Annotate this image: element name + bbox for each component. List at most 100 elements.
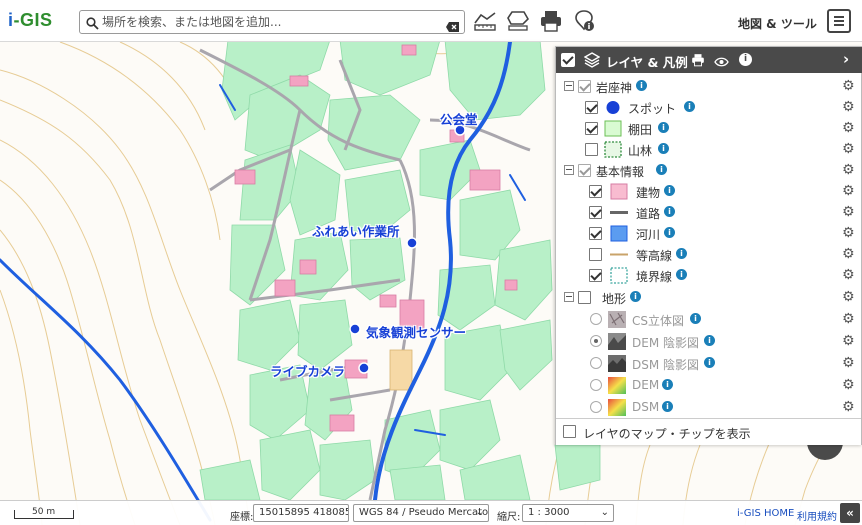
map-label-kisho[interactable]: 気象観測センサー (366, 322, 466, 341)
layer-checkbox[interactable] (589, 185, 602, 198)
layer-checkbox[interactable] (585, 101, 598, 114)
layer-checkbox[interactable] (589, 248, 602, 261)
layer-tatemono[interactable]: 建物 i ⚙ (556, 181, 862, 202)
layer-checkbox[interactable] (589, 206, 602, 219)
layer-sanrin[interactable]: 山林 i ⚙ (556, 139, 862, 160)
layer-cs[interactable]: CS立体図 i ⚙ (556, 309, 862, 330)
gear-icon[interactable]: ⚙ (842, 141, 855, 157)
layer-checkbox[interactable] (589, 227, 602, 240)
show-map-tips-checkbox[interactable] (563, 425, 576, 438)
layer-label: DEM 陰影図 (632, 336, 699, 350)
layer-checkbox[interactable] (589, 269, 602, 282)
layer-dem-shade[interactable]: DEM 陰影図 i ⚙ (556, 331, 862, 352)
search-box[interactable] (79, 10, 465, 34)
projection-select[interactable]: WGS 84 / Pseudo Mercator ⌄ (353, 504, 489, 522)
layer-checkbox[interactable] (578, 291, 591, 304)
info-icon[interactable]: i (662, 401, 673, 412)
map-label-fureai[interactable]: ふれあい作業所 (312, 221, 400, 240)
print-icon[interactable] (691, 52, 705, 71)
terms-link[interactable]: 利用規約 (797, 508, 837, 523)
home-link[interactable]: i-GIS HOME (737, 508, 794, 519)
gear-icon[interactable]: ⚙ (842, 183, 855, 199)
info-icon[interactable]: i (676, 269, 687, 280)
gear-icon[interactable]: ⚙ (842, 289, 855, 305)
gear-icon[interactable]: ⚙ (842, 311, 855, 327)
layer-radio[interactable] (590, 401, 602, 413)
layer-radio[interactable] (590, 379, 602, 391)
gear-icon[interactable]: ⚙ (842, 162, 855, 178)
dem-shade-swatch (608, 333, 626, 350)
info-icon[interactable]: i (664, 227, 675, 238)
search-input[interactable] (102, 13, 432, 31)
app-logo[interactable]: i-GIS (8, 10, 53, 31)
layer-dsm-shade[interactable]: DSM 陰影図 i ⚙ (556, 353, 862, 374)
layer-group-iwakura[interactable]: 岩座神 i ⚙ (556, 76, 862, 97)
info-icon[interactable]: i (676, 248, 687, 259)
info-icon[interactable]: i (739, 53, 752, 66)
layer-radio[interactable] (590, 313, 602, 325)
measure-icon[interactable] (473, 9, 497, 37)
chevron-right-icon[interactable]: › (843, 50, 849, 68)
eye-icon[interactable] (714, 53, 729, 72)
info-icon[interactable]: i (684, 101, 695, 112)
layer-kyokai[interactable]: 境界線 i ⚙ (556, 265, 862, 286)
all-layers-checkbox[interactable] (561, 53, 575, 67)
info-icon[interactable]: i (704, 357, 715, 368)
layer-tokosen[interactable]: 等高線 i ⚙ (556, 244, 862, 265)
info-icon[interactable]: i (664, 185, 675, 196)
gear-icon[interactable]: ⚙ (842, 120, 855, 136)
layer-tanada[interactable]: 棚田 i ⚙ (556, 118, 862, 139)
gear-icon[interactable]: ⚙ (842, 377, 855, 393)
layer-checkbox[interactable] (585, 143, 598, 156)
layer-checkbox[interactable] (578, 80, 591, 93)
info-icon[interactable]: i (658, 143, 669, 154)
scale-select[interactable]: 1 : 3000 ⌄ (522, 504, 614, 522)
info-icon[interactable]: i (630, 291, 641, 302)
print-icon[interactable] (539, 9, 563, 37)
gear-icon[interactable]: ⚙ (842, 399, 855, 415)
layer-spot[interactable]: スポット i ⚙ (556, 97, 862, 118)
layer-group-chikei[interactable]: 地形 i ⚙ (556, 287, 862, 308)
info-map-icon[interactable] (572, 9, 596, 37)
gear-icon[interactable]: ⚙ (842, 99, 855, 115)
layer-checkbox[interactable] (585, 122, 598, 135)
gear-icon[interactable]: ⚙ (842, 246, 855, 262)
draw-icon[interactable] (506, 9, 530, 37)
gear-icon[interactable]: ⚙ (842, 78, 855, 94)
gear-icon[interactable]: ⚙ (842, 204, 855, 220)
spot-camera[interactable] (358, 362, 370, 374)
layer-group-kihon[interactable]: 基本情報 i ⚙ (556, 160, 862, 181)
cs-swatch (608, 311, 626, 328)
info-icon[interactable]: i (636, 80, 647, 91)
info-icon[interactable]: i (704, 335, 715, 346)
layer-dem[interactable]: DEM i ⚙ (556, 375, 862, 396)
spot-fureai[interactable] (406, 237, 418, 249)
gear-icon[interactable]: ⚙ (842, 225, 855, 241)
info-icon[interactable]: i (656, 164, 667, 175)
coord-field[interactable]: 15015895 4180852 (253, 504, 349, 522)
info-icon[interactable]: i (664, 206, 675, 217)
tree-toggle-icon[interactable] (564, 81, 574, 91)
layer-dsm[interactable]: DSM i ⚙ (556, 397, 862, 418)
layer-radio[interactable] (590, 357, 602, 369)
tree-toggle-icon[interactable] (564, 292, 574, 302)
layer-doro[interactable]: 道路 i ⚙ (556, 202, 862, 223)
info-icon[interactable]: i (662, 379, 673, 390)
show-map-tips-label[interactable]: レイヤのマップ・チップを表示 (583, 425, 751, 442)
gear-icon[interactable]: ⚙ (842, 355, 855, 371)
layer-kasen[interactable]: 河川 i ⚙ (556, 223, 862, 244)
gear-icon[interactable]: ⚙ (842, 267, 855, 283)
map-label-camera[interactable]: ライブカメラ (270, 361, 345, 380)
menu-label[interactable]: 地図 & ツール (738, 15, 817, 32)
layer-radio[interactable] (590, 335, 602, 347)
layer-checkbox[interactable] (578, 164, 591, 177)
info-icon[interactable]: i (690, 313, 701, 324)
gear-icon[interactable]: ⚙ (842, 333, 855, 349)
menu-icon[interactable] (827, 9, 851, 33)
clear-icon[interactable] (446, 17, 459, 36)
spot-kisho[interactable] (349, 323, 361, 335)
info-icon[interactable]: i (658, 122, 669, 133)
collapse-button[interactable]: « (840, 503, 860, 523)
map-label-kominkan[interactable]: 公会堂 (440, 109, 478, 128)
tree-toggle-icon[interactable] (564, 165, 574, 175)
